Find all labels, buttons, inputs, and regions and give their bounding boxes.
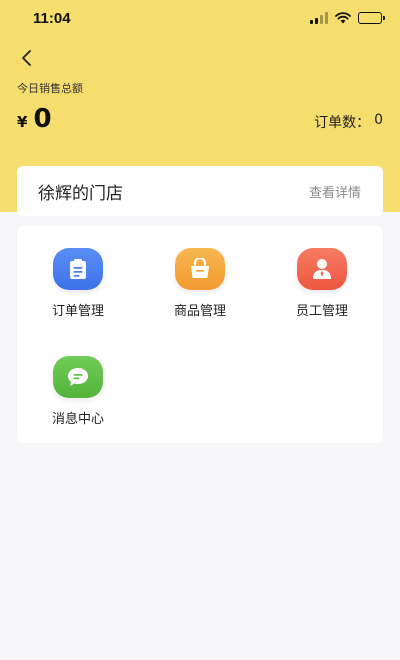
status-icons xyxy=(310,9,385,28)
signal-icon xyxy=(310,12,328,24)
menu-label: 订单管理 xyxy=(51,304,104,319)
store-name: 徐辉的门店 xyxy=(38,183,123,204)
staff-icon xyxy=(297,248,347,290)
menu-item-orders[interactable]: 订单管理 xyxy=(33,248,123,319)
chevron-left-icon xyxy=(22,50,31,66)
menu-item-messages[interactable]: 消息中心 xyxy=(33,356,123,427)
sales-label: 今日销售总额 xyxy=(17,82,83,95)
menu-item-products[interactable]: 商品管理 xyxy=(155,248,245,319)
status-time: 11:04 xyxy=(33,10,71,27)
menu-label: 商品管理 xyxy=(173,304,226,319)
currency-symbol: ¥ xyxy=(17,113,28,131)
clipboard-icon xyxy=(53,248,103,290)
wifi-icon xyxy=(335,9,351,28)
order-count-label: 订单数： xyxy=(314,115,371,131)
sales-amount-value: 0 xyxy=(33,104,52,134)
store-card: 徐辉的门店 查看详情 xyxy=(17,166,383,216)
status-bar: 11:04 xyxy=(0,0,400,38)
shopping-bag-icon xyxy=(175,248,225,290)
order-count: 订单数： 0 xyxy=(314,112,383,132)
sales-amount: ¥ 0 xyxy=(17,104,52,134)
menu-label: 员工管理 xyxy=(295,304,348,319)
store-detail-link[interactable]: 查看详情 xyxy=(309,182,361,201)
back-button[interactable] xyxy=(12,44,40,72)
menu-label: 消息中心 xyxy=(51,412,104,427)
menu-item-staff[interactable]: 员工管理 xyxy=(277,248,367,319)
menu-card: 订单管理 商品管理 员工管理 消息中心 xyxy=(17,226,383,443)
order-count-value: 0 xyxy=(374,112,383,128)
message-icon xyxy=(53,356,103,398)
battery-charging-icon xyxy=(358,12,385,24)
